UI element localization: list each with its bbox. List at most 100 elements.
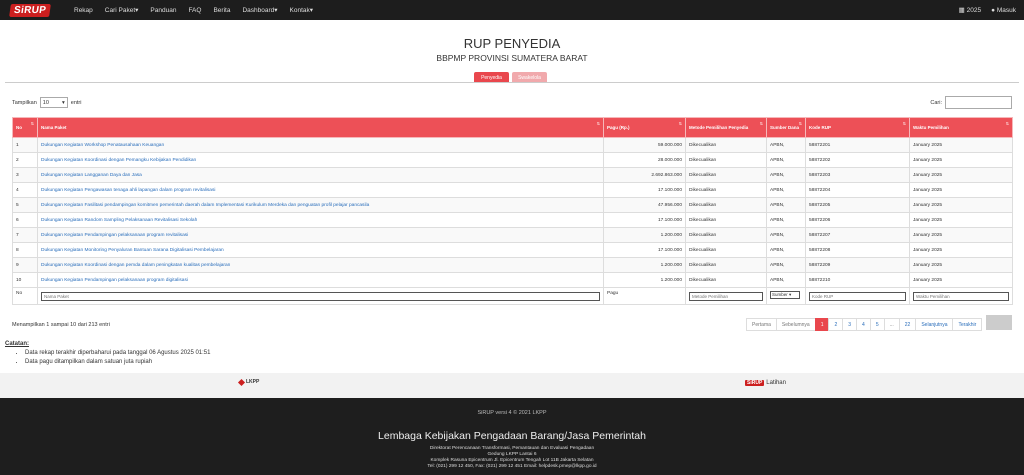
nav-kontak[interactable]: Kontak▾ [290,6,314,14]
filter-kode-cell [805,287,910,305]
note-item: Data pagu ditampilkan dalam satuan juta … [25,358,210,367]
table-info: Menampilkan 1 sampai 10 dari 213 entri [12,322,110,328]
sort-icon: ⇅ [678,121,682,126]
page-length-control: Tampilkan 10 ▾ entri [12,97,81,108]
page-1[interactable]: 1 [814,318,830,331]
page-ellipsis: ... [883,318,900,331]
footer-address-line: Komplek Rasuna Epicentrum Jl. Epicentrum… [430,458,594,463]
year-selector[interactable]: ▦ 2025 [959,6,981,14]
cell-kode-rup: 58872210 [805,272,910,288]
col-header-label: Nama Paket [41,125,67,130]
filter-nama-cell [37,287,604,305]
cell-no: 6 [12,212,38,228]
cell-pagu: 17.100.000 [603,242,686,258]
rup-table: No ⇅ Nama Paket ⇅ Pagu (Rp.) ⇅ Metode Pemil… [12,117,1013,305]
footer-address-line: Tel: (021) 299 12 450, Fax: (021) 299 12… [427,464,597,469]
cell-nama-paket[interactable]: Dukungan Kegiatan Monitoring Penyaluran … [37,242,604,258]
cell-pagu: 1.200.000 [603,227,686,243]
cell-waktu: January 2025 [909,242,1013,258]
sirup-latihan-link[interactable]: SiRUP Latihan [745,380,786,386]
sirup-logo[interactable]: SiRUP [9,3,51,17]
lkpp-logo[interactable]: LKPP [237,378,259,386]
page-2[interactable]: 2 [828,318,844,331]
col-header-label: Pagu (Rp.) [607,125,630,130]
filter-metode-cell [685,287,767,305]
table-row: 6 Dukungan Kegiatan Random Sampling Pelak… [12,212,1013,228]
col-header-no[interactable]: No ⇅ [12,117,38,138]
cell-no: 3 [12,167,38,183]
user-icon: ● [991,6,996,14]
cell-sumber-dana: APBN, [766,227,806,243]
cell-nama-paket[interactable]: Dukungan Kegiatan Pendampingan pelaksana… [37,272,604,288]
cell-pagu: 28.000.000 [603,152,686,168]
search-input[interactable] [945,96,1012,109]
sort-icon: ⇅ [798,121,802,126]
cell-metode: Dikecualikan [685,227,767,243]
page-length-select[interactable]: 10 ▾ [39,97,68,108]
col-header-label: Metode Pemilihan Penyedia [689,125,749,130]
cell-sumber-dana: APBN, [766,212,806,228]
filter-nama-input[interactable] [41,292,600,301]
cell-nama-paket[interactable]: Dukungan Kegiatan Koordinasi dengan Pema… [37,152,604,168]
filter-waktu-cell [909,287,1013,305]
col-header-waktu[interactable]: Waktu Pemilihan ⇅ [909,117,1013,138]
filter-pagu-label: Pagu [603,287,686,305]
cell-nama-paket[interactable]: Dukungan Kegiatan Langganan Daya dan Jas… [37,167,604,183]
cell-nama-paket[interactable]: Dukungan Kegiatan Koordinasi dengan pemd… [37,257,604,273]
cell-nama-paket[interactable]: Dukungan Kegiatan Random Sampling Pelaks… [37,212,604,228]
footer-version: SiRUP versi 4 © 2021 LKPP [477,410,547,416]
page-previous[interactable]: Sebelumnya [775,318,816,331]
login-link[interactable]: ● Masuk [991,7,1016,14]
page-4[interactable]: 4 [856,318,871,331]
page-22[interactable]: 22 [898,318,917,331]
table-row: 3 Dukungan Kegiatan Langganan Daya dan Ja… [12,167,1013,183]
table-row: 8 Dukungan Kegiatan Monitoring Penyaluran… [12,242,1013,258]
col-header-label: Kode RUP [809,125,832,130]
col-header-label: Waktu Pemilihan [913,125,949,130]
cell-kode-rup: 58872204 [805,182,910,198]
nav-rekap[interactable]: Rekap [74,7,93,14]
brand[interactable]: SiRUP [0,0,60,20]
chevron-down-icon: ▾ [62,99,65,106]
col-header-sumber-dana[interactable]: Sumber Dana ⇅ [766,117,806,138]
top-navbar: SiRUP Rekap Cari Paket▾ Panduan FAQ Beri… [0,0,1024,20]
col-header-pagu[interactable]: Pagu (Rp.) ⇅ [603,117,686,138]
page-5[interactable]: 5 [869,318,885,331]
cell-no: 8 [12,242,38,258]
col-header-metode[interactable]: Metode Pemilihan Penyedia ⇅ [685,117,767,138]
col-header-kode-rup[interactable]: Kode RUP ⇅ [805,117,910,138]
cell-sumber-dana: APBN, [766,182,806,198]
page-length-value: 10 [42,99,49,106]
col-header-label: Sumber Dana [770,125,800,130]
nav-panduan[interactable]: Panduan [150,7,176,14]
filter-metode-input[interactable] [689,292,763,301]
page-first[interactable]: Pertama [746,318,777,331]
nav-cari-paket[interactable]: Cari Paket▾ [105,6,139,14]
scroll-block [986,315,1012,330]
col-header-nama-paket[interactable]: Nama Paket ⇅ [37,117,604,138]
cell-nama-paket[interactable]: Dukungan Kegiatan Fasilitasi pendampinga… [37,197,604,213]
cell-waktu: January 2025 [909,257,1013,273]
page-3[interactable]: 3 [842,318,858,331]
cell-sumber-dana: APBN, [766,197,806,213]
filter-sumber-select[interactable]: Sumber ▾ [770,291,800,299]
nav-dashboard[interactable]: Dashboard▾ [242,6,277,14]
cell-sumber-dana: APBN, [766,242,806,258]
cell-sumber-dana: APBN, [766,257,806,273]
cell-pagu: 59.000.000 [603,137,686,153]
cell-sumber-dana: APBN, [766,152,806,168]
cell-nama-paket[interactable]: Dukungan Kegiatan Pengawasan tenaga ahli… [37,182,604,198]
nav-faq[interactable]: FAQ [188,7,201,14]
filter-waktu-input[interactable] [913,292,1009,301]
page-next[interactable]: Selanjutnya [915,318,954,331]
filter-no-label: No [12,287,38,305]
page-last[interactable]: Terakhir [952,318,983,331]
cell-nama-paket[interactable]: Dukungan Kegiatan Workshop Penatausahaan… [37,137,604,153]
cell-kode-rup: 58872209 [805,257,910,273]
cell-waktu: January 2025 [909,182,1013,198]
table-row: 1 Dukungan Kegiatan Workshop Penatausahaa… [12,137,1013,153]
nav-berita[interactable]: Berita [213,7,230,14]
cell-kode-rup: 58872201 [805,137,910,153]
filter-kode-input[interactable] [809,292,906,301]
cell-nama-paket[interactable]: Dukungan Kegiatan Pendampingan pelaksana… [37,227,604,243]
